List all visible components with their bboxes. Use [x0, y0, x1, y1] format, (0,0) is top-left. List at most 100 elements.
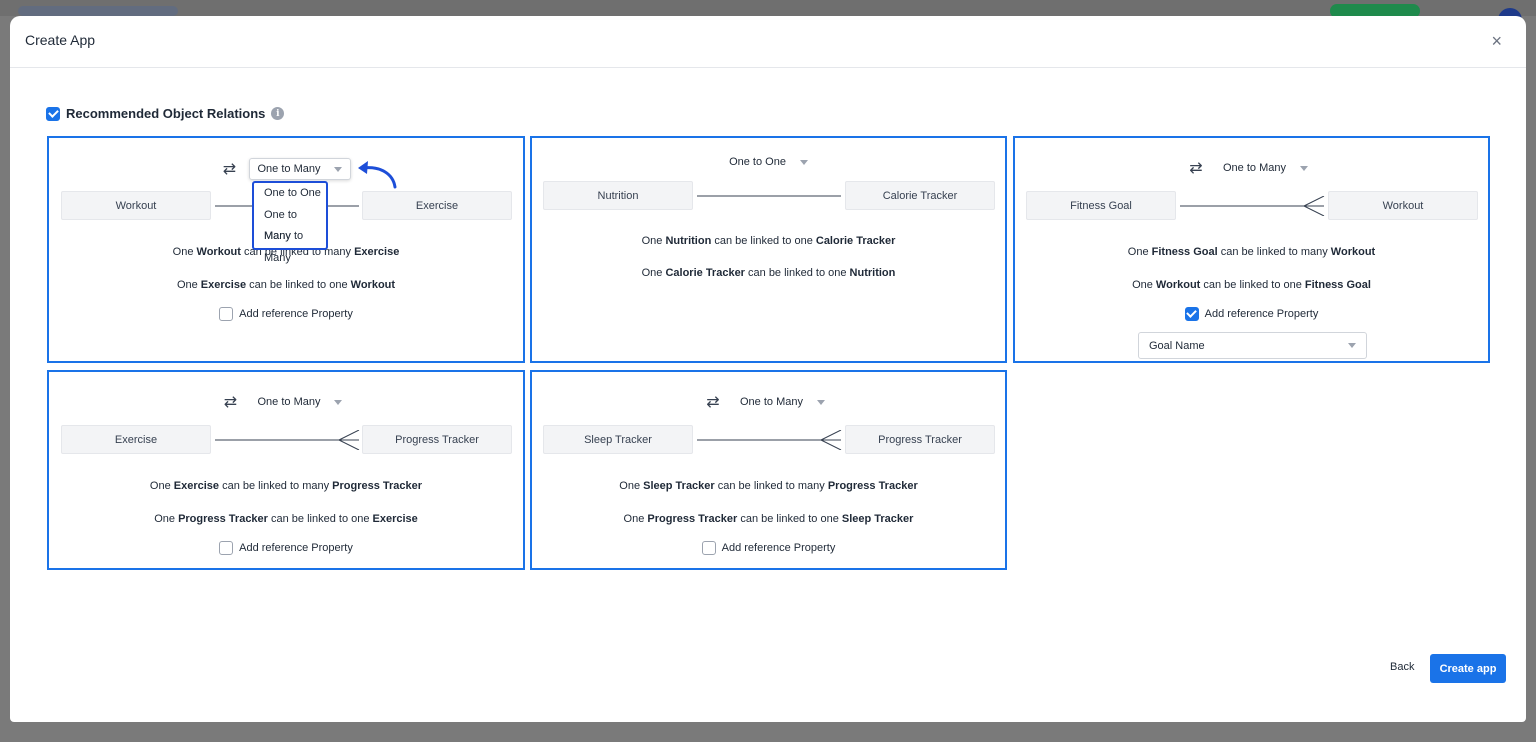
relation-row: ⇄ One to Many — [49, 392, 523, 412]
desc-object: Workout — [350, 279, 396, 291]
add-reference-row: Add reference Property — [49, 541, 523, 555]
desc-text: One — [149, 480, 174, 492]
object-left: Workout — [61, 191, 211, 220]
modal-title: Create App — [25, 32, 96, 48]
desc-object: Fitness Goal — [1151, 246, 1218, 258]
add-reference-checkbox[interactable] — [701, 541, 716, 555]
add-reference-label: Add reference Property — [1204, 308, 1319, 320]
object-left: Fitness Goal — [1026, 191, 1176, 220]
object-left: Sleep Tracker — [543, 425, 693, 454]
close-icon[interactable]: × — [1491, 32, 1502, 50]
create-app-button[interactable]: Create app — [1430, 654, 1506, 683]
desc-object: Calorie Tracker — [665, 267, 745, 279]
dropdown-option-many-to-many[interactable]: Many to Many — [254, 226, 326, 264]
desc-text: can be linked to many — [714, 480, 828, 492]
desc-object: Calorie Tracker — [815, 235, 896, 247]
desc-text: can be linked to one — [246, 279, 351, 291]
relation-card-fitness-goal-workout: ⇄ One to Many Fitness Goal Workout One F… — [1013, 136, 1490, 363]
chevron-down-icon — [799, 159, 808, 165]
one-to-one-connector — [693, 186, 845, 206]
object-right: Progress Tracker — [362, 425, 512, 454]
chevron-down-icon — [816, 399, 825, 405]
object-left: Nutrition — [543, 181, 693, 210]
swap-icon[interactable]: ⇄ — [1187, 158, 1205, 178]
desc-object: Nutrition — [665, 235, 712, 247]
add-reference-checkbox[interactable] — [1184, 307, 1199, 321]
swap-icon[interactable]: ⇄ — [222, 392, 240, 412]
desc-text: can be linked to one — [1200, 279, 1305, 291]
desc-object: Workout — [1155, 279, 1201, 291]
add-reference-label: Add reference Property — [239, 308, 353, 320]
background-app-bar — [0, 0, 1536, 32]
relation-type-select[interactable]: One to Many — [1215, 158, 1316, 178]
desc-object: Exercise — [354, 246, 400, 258]
desc-text: One — [176, 279, 201, 291]
reference-property-select[interactable]: Goal Name — [1138, 332, 1367, 359]
relation-description-forward: One Sleep Tracker can be linked to many … — [532, 480, 1005, 492]
dropdown-option-one-to-many[interactable]: One to Many — [254, 205, 326, 243]
relation-type-value: One to Many — [257, 163, 321, 175]
desc-object: Progress Tracker — [827, 480, 918, 492]
one-to-many-connector — [1176, 196, 1328, 216]
relation-description-reverse: One Progress Tracker can be linked to on… — [532, 513, 1005, 525]
desc-text: One — [619, 480, 644, 492]
desc-object: Progress Tracker — [647, 513, 738, 525]
relation-description-forward: One Exercise can be linked to many Progr… — [49, 480, 523, 492]
add-reference-checkbox[interactable] — [219, 541, 234, 555]
relation-row: One to One — [532, 152, 1005, 172]
relation-description-reverse: One Exercise can be linked to one Workou… — [49, 279, 523, 291]
relation-description-reverse: One Progress Tracker can be linked to on… — [49, 513, 523, 525]
relation-type-select[interactable]: One to Many — [248, 158, 352, 180]
chevron-down-icon — [1348, 343, 1356, 348]
relation-description-reverse: One Workout can be linked to one Fitness… — [1015, 279, 1488, 291]
desc-text: One — [1132, 279, 1156, 291]
desc-object: Progress Tracker — [332, 480, 423, 492]
desc-text: One — [641, 235, 666, 247]
desc-text: One — [1127, 246, 1152, 258]
object-right: Progress Tracker — [845, 425, 995, 454]
recommended-relations-label: Recommended Object Relations — [66, 106, 266, 121]
relation-type-value: One to Many — [740, 396, 803, 408]
relation-card-nutrition-calorie: One to One Nutrition Calorie Tracker One… — [530, 136, 1007, 363]
desc-text: can be linked to many — [219, 480, 333, 492]
relation-row: ⇄ One to Many — [532, 392, 1005, 412]
relation-type-select[interactable]: One to One — [721, 152, 816, 172]
relation-card-exercise-progress: ⇄ One to Many Exercise Progress Tracker … — [47, 370, 525, 570]
relation-row: ⇄ One to Many — [1015, 158, 1488, 178]
desc-text: can be linked to one — [267, 513, 373, 525]
desc-text: can be linked to one — [744, 267, 850, 279]
relation-type-value: One to One — [729, 156, 786, 168]
desc-text: One — [172, 246, 197, 258]
desc-object: Nutrition — [849, 267, 896, 279]
relation-type-select[interactable]: One to Many — [732, 392, 833, 412]
relation-description-forward: One Fitness Goal can be linked to many W… — [1015, 246, 1488, 258]
desc-object: Exercise — [200, 279, 247, 291]
chevron-down-icon — [1299, 165, 1308, 171]
desc-object: Sleep Tracker — [841, 513, 914, 525]
relation-type-dropdown: One to One One to Many Many to Many — [252, 181, 328, 264]
relation-type-value: One to Many — [257, 396, 321, 408]
desc-text: can be linked to one — [737, 513, 842, 525]
info-icon[interactable]: i — [271, 107, 285, 120]
annotation-arrow-icon — [358, 161, 397, 189]
relation-description-reverse: One Calorie Tracker can be linked to one… — [532, 267, 1005, 279]
desc-object: Sleep Tracker — [643, 480, 715, 492]
relation-type-select[interactable]: One to Many — [250, 392, 351, 412]
recommended-relations-checkbox[interactable] — [46, 106, 60, 121]
swap-icon[interactable]: ⇄ — [704, 392, 722, 412]
desc-text: can be linked to many — [1217, 246, 1331, 258]
object-right: Workout — [1328, 191, 1478, 220]
back-button[interactable]: Back — [1390, 661, 1414, 673]
relation-description-forward: One Nutrition can be linked to one Calor… — [532, 235, 1005, 247]
object-right: Calorie Tracker — [845, 181, 995, 210]
add-reference-checkbox[interactable] — [219, 307, 234, 321]
relation-row: ⇄ One to Many — [49, 158, 523, 180]
desc-object: Fitness Goal — [1304, 279, 1371, 291]
add-reference-row: Add reference Property — [1015, 307, 1488, 321]
object-right: Exercise — [362, 191, 512, 220]
dropdown-option-one-to-one[interactable]: One to One — [254, 183, 326, 205]
desc-object: Workout — [1330, 246, 1376, 258]
reference-property-value: Goal Name — [1149, 339, 1205, 352]
swap-icon[interactable]: ⇄ — [221, 159, 239, 179]
desc-object: Progress Tracker — [178, 513, 268, 525]
